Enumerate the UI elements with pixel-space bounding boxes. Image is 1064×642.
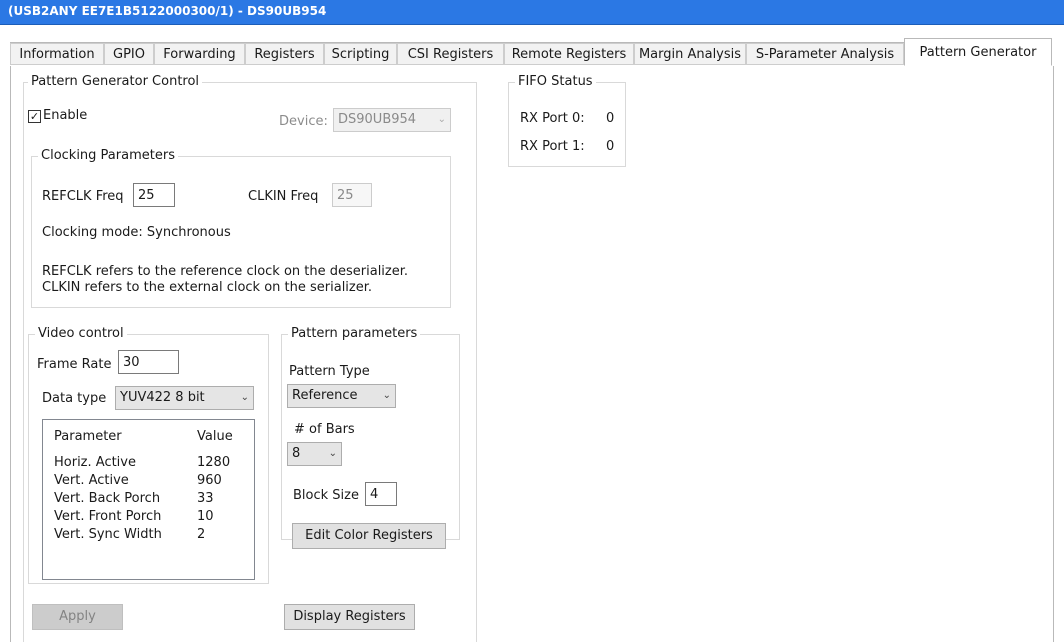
tab-pattern-generator[interactable]: Pattern Generator <box>904 38 1052 66</box>
data-type-select-value: YUV422 8 bit <box>120 390 205 405</box>
clkin-freq-label: CLKIN Freq <box>248 189 319 204</box>
table-row-param: Vert. Front Porch <box>54 509 162 524</box>
data-type-label: Data type <box>42 391 107 406</box>
video-parameter-table[interactable]: Parameter Value Horiz. Active 1280 Vert.… <box>42 419 255 580</box>
tab-s-parameter-analysis[interactable]: S-Parameter Analysis <box>746 43 904 65</box>
device-select[interactable]: DS90UB954 ⌄ <box>333 108 451 132</box>
table-header-value: Value <box>197 429 233 444</box>
enable-checkbox[interactable]: ✓ <box>28 110 41 123</box>
tab-information[interactable]: Information <box>10 43 104 65</box>
pattern-type-select[interactable]: Reference ⌄ <box>287 384 396 408</box>
checkmark-icon: ✓ <box>29 110 40 123</box>
table-row-value: 2 <box>197 527 206 542</box>
frame-rate-input[interactable] <box>118 350 179 374</box>
rx-port-1-value: 0 <box>606 139 615 154</box>
table-row-param: Vert. Back Porch <box>54 491 161 506</box>
title-bar: (USB2ANY EE7E1B5122000300/1) - DS90UB954 <box>0 0 1064 25</box>
chevron-down-icon: ⌄ <box>382 390 391 401</box>
display-registers-button[interactable]: Display Registers <box>284 604 415 630</box>
fifo-status-title: FIFO Status <box>515 74 596 90</box>
chevron-down-icon: ⌄ <box>328 448 337 459</box>
chevron-down-icon: ⌄ <box>240 392 249 403</box>
rx-port-1-label: RX Port 1: <box>520 139 585 154</box>
pattern-type-label: Pattern Type <box>289 364 370 379</box>
table-row-param: Vert. Sync Width <box>54 527 162 542</box>
refclk-freq-label: REFCLK Freq <box>42 189 124 204</box>
num-bars-select-value: 8 <box>292 446 301 461</box>
chevron-down-icon: ⌄ <box>437 114 446 125</box>
clocking-note-line2: CLKIN refers to the external clock on th… <box>42 280 373 295</box>
num-bars-label: # of Bars <box>294 422 355 437</box>
frame-rate-label: Frame Rate <box>37 357 112 372</box>
clocking-note-line1: REFCLK refers to the reference clock on … <box>42 264 409 279</box>
refclk-freq-input[interactable] <box>133 183 175 207</box>
device-label: Device: <box>279 114 328 129</box>
table-row-param: Horiz. Active <box>54 455 136 470</box>
tab-content-pattern-generator: Pattern Generator Control ✓ Enable Devic… <box>10 66 1054 642</box>
table-row-value: 33 <box>197 491 214 506</box>
pattern-type-select-value: Reference <box>292 388 358 403</box>
window-title: (USB2ANY EE7E1B5122000300/1) - DS90UB954 <box>8 4 327 18</box>
tab-csi-registers[interactable]: CSI Registers <box>397 43 504 65</box>
device-select-value: DS90UB954 <box>338 112 417 127</box>
rx-port-0-value: 0 <box>606 111 615 126</box>
num-bars-select[interactable]: 8 ⌄ <box>287 442 342 466</box>
table-row-value: 10 <box>197 509 214 524</box>
tab-gpio[interactable]: GPIO <box>104 43 154 65</box>
pattern-parameters-title: Pattern parameters <box>288 326 421 342</box>
apply-button[interactable]: Apply <box>32 604 123 630</box>
table-header-parameter: Parameter <box>54 429 122 444</box>
video-control-title: Video control <box>35 326 127 342</box>
clocking-parameters-title: Clocking Parameters <box>38 148 178 164</box>
clkin-freq-input[interactable] <box>332 183 372 207</box>
table-row-value: 1280 <box>197 455 231 470</box>
edit-color-registers-button[interactable]: Edit Color Registers <box>292 523 446 549</box>
rx-port-0-label: RX Port 0: <box>520 111 585 126</box>
block-size-label: Block Size <box>293 488 359 503</box>
tab-forwarding[interactable]: Forwarding <box>154 43 245 65</box>
block-size-input[interactable] <box>365 482 397 506</box>
clocking-mode-text: Clocking mode: Synchronous <box>42 225 231 240</box>
enable-label: Enable <box>43 108 88 123</box>
tab-scripting[interactable]: Scripting <box>324 43 397 65</box>
table-row-param: Vert. Active <box>54 473 129 488</box>
tab-registers[interactable]: Registers <box>245 43 324 65</box>
tab-margin-analysis[interactable]: Margin Analysis <box>634 43 746 65</box>
table-row-value: 960 <box>197 473 222 488</box>
data-type-select[interactable]: YUV422 8 bit ⌄ <box>115 386 254 410</box>
pattern-generator-control-title: Pattern Generator Control <box>28 74 203 90</box>
tab-remote-registers[interactable]: Remote Registers <box>504 43 634 65</box>
